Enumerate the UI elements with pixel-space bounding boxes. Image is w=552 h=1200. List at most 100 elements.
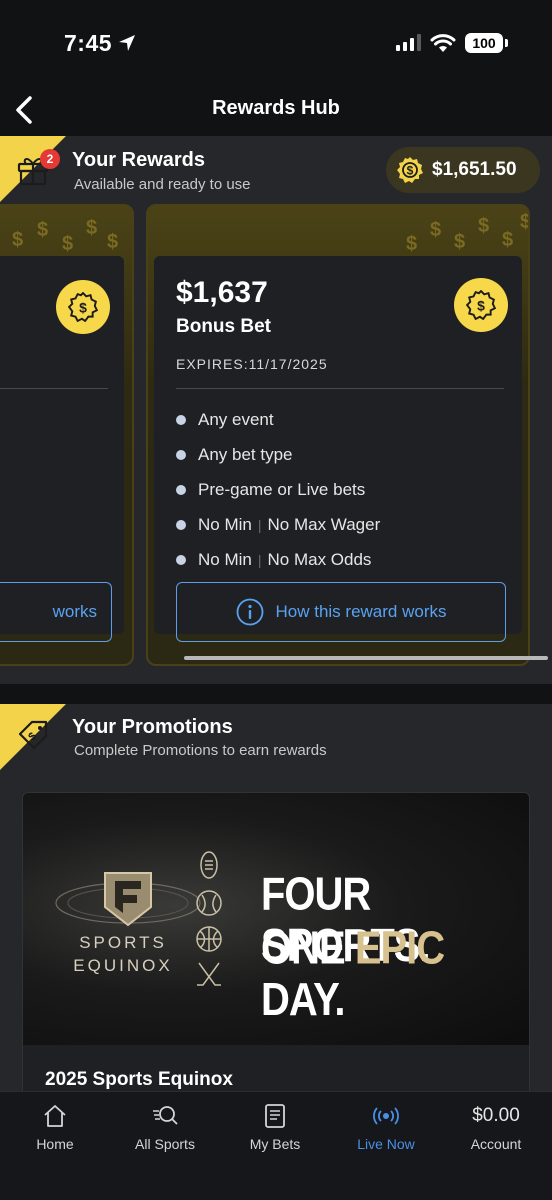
reward-card-body: $ works (0, 256, 124, 642)
svg-text:$: $ (430, 219, 441, 241)
feature-item: Any bet type (176, 437, 380, 472)
price-tag-icon: $ (18, 720, 48, 750)
separator: | (257, 516, 262, 533)
feature-item: Any event (176, 402, 380, 437)
home-icon (44, 1105, 66, 1127)
status-bar: 7:45 100 (0, 0, 552, 88)
coin-icon: $ (397, 157, 423, 183)
headline-line-2: ONE EPIC DAY. (261, 923, 529, 1027)
brand-line-2: EQUINOX (73, 956, 173, 975)
svg-text:$: $ (477, 297, 485, 313)
promotion-card[interactable]: SPORTS EQUINOX FOUR SPORTS. ONE EPIC DAY… (22, 792, 530, 1112)
card-divider (0, 388, 108, 389)
tab-label: My Bets (249, 1136, 301, 1152)
notification-badge: 2 (40, 149, 60, 169)
tab-my-bets[interactable]: My Bets (220, 1102, 330, 1152)
balance-amount: $1,651.50 (432, 159, 517, 180)
tab-label: Live Now (357, 1136, 415, 1152)
feature-text: No Min (198, 514, 252, 534)
how-reward-works-button[interactable]: How this reward works (176, 582, 506, 642)
svg-text:$: $ (107, 231, 118, 253)
nav-header: Rewards Hub (0, 88, 552, 136)
rewards-title: Your Rewards (72, 149, 205, 171)
account-balance: $0.00 (472, 1105, 520, 1126)
carousel-scrollbar[interactable] (184, 656, 548, 660)
hockey-sticks-icon (197, 962, 221, 986)
rewards-section: 2 Your Rewards Available and ready to us… (0, 136, 552, 684)
svg-text:$: $ (502, 229, 513, 251)
feature-text: No Max Wager (267, 514, 381, 534)
bullet (176, 414, 186, 425)
feature-item: No Min | No Max Odds (176, 542, 380, 577)
separator: | (257, 551, 262, 568)
svg-text:$: $ (454, 231, 465, 253)
svg-text:$: $ (12, 229, 23, 251)
feature-text: No Max Odds (267, 549, 372, 569)
feature-text: Any event (198, 409, 274, 429)
reward-amount: $1,637 (176, 276, 268, 309)
status-time: 7:45 (64, 30, 113, 56)
feature-text: No Min (198, 549, 252, 569)
svg-text:$: $ (407, 164, 414, 178)
reward-card-body: $1,637 Bonus Bet EXPIRES:11/17/2025 $ An… (154, 256, 522, 642)
feature-item: No Min | No Max Wager (176, 507, 380, 542)
promotion-name: 2025 Sports Equinox (45, 1069, 233, 1090)
reward-coin-icon: $ (56, 280, 110, 334)
card-divider (176, 388, 504, 389)
headline-word: DAY. (261, 974, 345, 1026)
cellular-signal-icon (396, 34, 421, 51)
svg-text:$: $ (37, 219, 48, 241)
svg-text:$: $ (79, 299, 87, 315)
promotion-banner: SPORTS EQUINOX FOUR SPORTS. ONE EPIC DAY… (23, 793, 529, 1045)
tab-all-sports[interactable]: All Sports (110, 1102, 220, 1152)
baseball-icon (196, 890, 222, 916)
location-arrow-icon (119, 35, 135, 51)
dollar-badge-icon: $ (466, 290, 496, 320)
bottom-tab-bar: Home All Sports My Bets Live Now $0.00 A… (0, 1091, 552, 1200)
reward-type: Bonus Bet (176, 316, 271, 337)
reward-features-list: Any event Any bet type Pre-game or Live … (176, 402, 380, 577)
bullet (176, 519, 186, 530)
svg-text:$: $ (406, 233, 417, 255)
bullet (176, 554, 186, 565)
svg-text:$: $ (62, 233, 73, 255)
dollar-badge-icon: $ (68, 292, 98, 322)
how-reward-works-label: How this reward works (275, 602, 447, 621)
how-reward-works-button-partial[interactable]: works (0, 582, 112, 642)
search-sports-icon (153, 1106, 178, 1125)
feature-text: Any bet type (198, 444, 293, 464)
promotions-subtitle: Complete Promotions to earn rewards (74, 742, 327, 759)
headline-word: ONE (261, 923, 346, 974)
svg-text:$: $ (520, 211, 530, 233)
reward-coin-icon: $ (454, 278, 508, 332)
feature-item: Pre-game or Live bets (176, 472, 380, 507)
promotions-section: $ Your Promotions Complete Promotions to… (0, 704, 552, 1112)
sports-icons-column (196, 851, 222, 986)
promotions-title: Your Promotions (72, 716, 233, 738)
tab-live-now[interactable]: Live Now (331, 1102, 441, 1152)
rewards-subtitle: Available and ready to use (74, 176, 251, 193)
battery-indicator: 100 (465, 33, 503, 53)
bullet (176, 484, 186, 495)
page-title: Rewards Hub (212, 97, 340, 119)
bet-slip-icon (265, 1104, 285, 1128)
tab-home[interactable]: Home (0, 1102, 110, 1152)
wifi-icon (430, 34, 456, 52)
tab-label: Home (36, 1136, 74, 1152)
tab-label: Account (470, 1136, 522, 1152)
bullet (176, 449, 186, 460)
broadcast-icon (373, 1107, 399, 1125)
rewards-balance[interactable]: $ $1,651.50 (386, 147, 540, 193)
reward-expiry: EXPIRES:11/17/2025 (176, 356, 328, 372)
tab-account[interactable]: $0.00 Account (441, 1102, 551, 1152)
battery-tip (505, 39, 508, 47)
reward-card[interactable]: $ $ $ $ $ $ $1,637 Bonus Bet EXPIRES:11/17/20… (146, 204, 530, 666)
info-icon (236, 598, 263, 626)
reward-card-previous[interactable]: $ $ $ $ $ $ works (0, 204, 134, 666)
svg-text:$: $ (478, 215, 489, 237)
headline-word-highlight: EPIC (354, 923, 445, 974)
brand-line-1: SPORTS (79, 933, 167, 952)
tab-label: All Sports (135, 1136, 195, 1152)
svg-text:$: $ (86, 217, 97, 239)
feature-text: Pre-game or Live bets (198, 479, 366, 499)
